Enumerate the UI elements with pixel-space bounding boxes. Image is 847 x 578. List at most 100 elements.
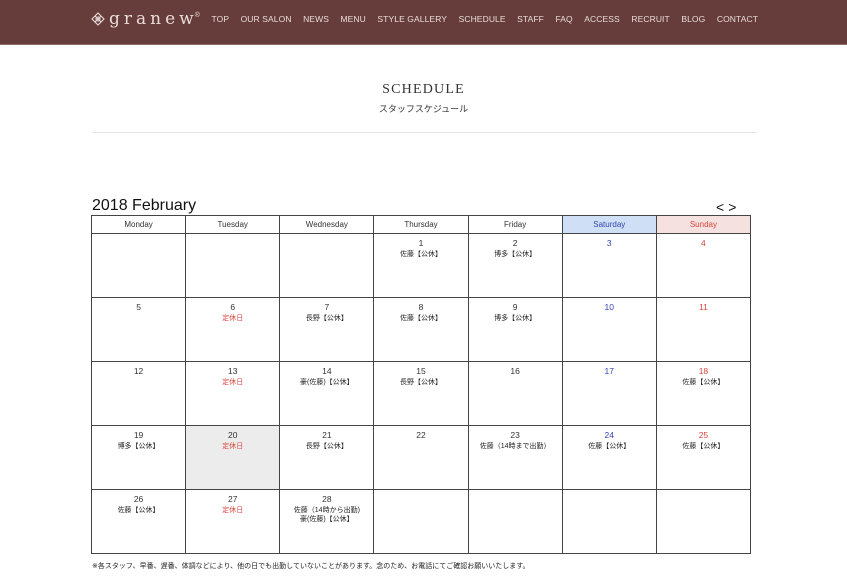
staff-schedule-entry: 佐藤【公休】 [682,379,725,386]
nav-menu[interactable]: MENU [340,14,365,24]
calendar-day-cell: 19 博多【公休】 [90,425,187,490]
day-number: 6 [230,302,236,312]
day-number: 1 [418,238,424,248]
calendar-day-cell: 22 [373,425,469,490]
nav-staff[interactable]: STAFF [517,14,544,24]
day-number: 18 [698,366,709,376]
nav-schedule[interactable]: SCHEDULE [459,14,506,24]
closed-day-label: 定休日 [222,315,244,322]
calendar-empty-cell [373,489,469,554]
calendar-day-cell: 18 佐藤【公休】 [655,361,752,426]
weekday-header-row: Monday Tuesday Wednesday Thursday Friday… [90,215,752,234]
day-number: 2 [512,238,518,248]
logo-text: granew [109,9,198,29]
calendar-day-cell: 3 [561,233,657,298]
nav-news[interactable]: NEWS [303,14,329,24]
day-number: 16 [510,366,520,376]
calendar-week-row: 12 13 定休日 14 豪(佐藤)【公休】 15 長野【公休】 16 17 18 佐藤【公休】 [90,361,752,426]
day-number: 3 [606,238,612,248]
calendar-day-cell: 25 佐藤【公休】 [655,425,752,490]
calendar-day-cell: 11 [655,297,752,362]
page-title: SCHEDULE [382,82,465,97]
nav-faq[interactable]: FAQ [555,14,572,24]
calendar-empty-cell [185,233,281,298]
day-number: 7 [324,302,330,312]
day-number: 4 [701,238,706,248]
weekday-tuesday: Tuesday [185,215,281,234]
calendar-week-row: 26 佐藤【公休】 27 定休日 28 佐藤（14時から出勤) 豪(佐藤)【公休】 [90,489,752,554]
staff-schedule-entry: 長野【公休】 [399,379,442,386]
logo-icon [91,12,105,26]
prev-month-button[interactable]: < [716,199,724,215]
closed-day-label: 定休日 [222,443,244,450]
calendar-day-cell: 26 佐藤【公休】 [90,489,187,554]
calendar-nav: < > [716,199,740,215]
day-number: 17 [604,366,614,376]
nav-style-gallery[interactable]: STYLE GALLERY [377,14,447,24]
calendar-empty-cell [561,489,657,554]
day-number: 10 [604,302,614,312]
calendar-day-cell: 23 佐藤（14時まで出勤） [467,425,563,490]
calendar-day-cell: 10 [561,297,657,362]
day-number: 14 [322,366,332,376]
calendar-day-cell: 20 定休日 [185,425,281,490]
day-number: 8 [418,302,424,312]
calendar-day-cell: 24 佐藤【公休】 [561,425,657,490]
day-number: 25 [698,430,709,440]
weekday-wednesday: Wednesday [279,215,375,234]
weekday-friday: Friday [467,215,563,234]
nav-recruit[interactable]: RECRUIT [631,14,669,24]
staff-schedule-entry: 佐藤【公休】 [399,251,442,258]
day-number: 12 [133,366,144,376]
day-number: 13 [227,366,238,376]
calendar-day-cell: 16 [467,361,563,426]
day-number: 28 [322,494,332,504]
logo[interactable]: granew ® [91,9,200,29]
nav-contact[interactable]: CONTACT [717,14,758,24]
staff-schedule-entry: 佐藤【公休】 [682,443,725,450]
day-number: 11 [699,302,708,312]
day-number: 5 [136,302,141,312]
staff-schedule-entry: 長野【公休】 [305,443,348,450]
calendar-day-cell: 1 佐藤【公休】 [373,233,469,298]
weekday-thursday: Thursday [373,215,469,234]
nav-top[interactable]: TOP [211,14,229,24]
staff-schedule-entry: 博多【公休】 [494,251,537,258]
calendar-month-label: 2018 February [92,197,197,214]
nav-blog[interactable]: BLOG [681,14,705,24]
weekday-sunday: Sunday [655,215,752,234]
site-header: granew ® TOP OUR SALON NEWS MENU STYLE GA… [0,0,847,45]
day-number: 21 [322,430,332,440]
calendar-day-cell: 12 [90,361,187,426]
day-number: 23 [510,430,520,440]
divider [92,132,757,133]
staff-schedule-entry: 佐藤【公休】 [588,443,631,450]
staff-schedule-entry: 博多【公休】 [117,443,160,450]
day-number: 27 [227,494,238,504]
calendar-day-cell: 7 長野【公休】 [279,297,375,362]
calendar-day-cell: 8 佐藤【公休】 [373,297,469,362]
calendar-day-cell: 21 長野【公休】 [279,425,375,490]
staff-schedule-entry: 長野【公休】 [305,315,348,322]
day-number: 22 [416,430,426,440]
schedule-calendar: Monday Tuesday Wednesday Thursday Friday… [90,215,752,554]
day-number: 26 [133,494,144,504]
calendar-day-cell: 13 定休日 [185,361,281,426]
calendar-day-cell: 17 [561,361,657,426]
nav-our-salon[interactable]: OUR SALON [241,14,292,24]
staff-schedule-entry: 佐藤【公休】 [117,507,160,514]
main-nav: TOP OUR SALON NEWS MENU STYLE GALLERY SC… [200,14,758,24]
calendar-week-row: 1 佐藤【公休】 2 博多【公休】 3 4 [90,233,752,298]
calendar-empty-cell [90,233,187,298]
calendar-day-cell: 6 定休日 [185,297,281,362]
day-number: 19 [133,430,144,440]
calendar-day-cell: 27 定休日 [185,489,281,554]
next-month-button[interactable]: > [728,199,736,215]
nav-access[interactable]: ACCESS [584,14,620,24]
calendar-day-cell: 2 博多【公休】 [467,233,563,298]
staff-schedule-entry: 佐藤（14時から出勤) [293,507,360,514]
calendar-week-row: 5 6 定休日 7 長野【公休】 8 佐藤【公休】 9 博多【公休】 10 11 [90,297,752,362]
staff-schedule-entry: 豪(佐藤)【公休】 [300,516,354,523]
calendar-day-cell: 14 豪(佐藤)【公休】 [279,361,375,426]
calendar-day-cell: 4 [655,233,752,298]
